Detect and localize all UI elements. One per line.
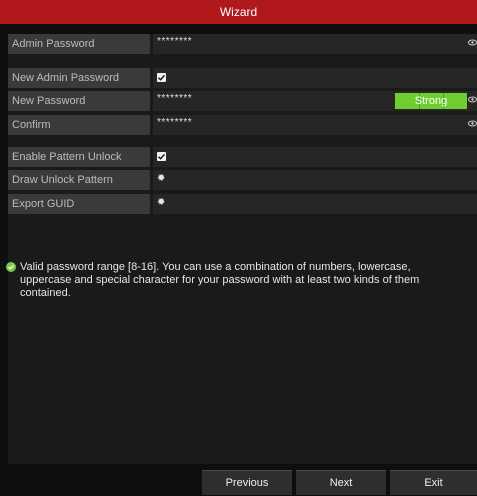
previous-button[interactable]: Previous (202, 470, 292, 495)
enable-pattern-unlock-checkbox[interactable] (157, 152, 166, 161)
enable-pattern-unlock-row: Enable Pattern Unlock (8, 147, 477, 167)
gear-icon[interactable]: ✹ (157, 198, 165, 208)
exit-button[interactable]: Exit (390, 470, 477, 495)
new-admin-password-cell (153, 68, 477, 88)
new-admin-password-label: New Admin Password (8, 68, 150, 88)
confirm-row: Confirm ******** (8, 115, 477, 135)
strength-label: Strong (414, 95, 448, 107)
window-title: Wizard (219, 5, 258, 19)
new-admin-password-checkbox[interactable] (157, 73, 166, 82)
eye-icon[interactable] (468, 120, 477, 127)
confirm-password-field[interactable]: ******** (153, 115, 477, 135)
checkmark-icon (158, 74, 166, 81)
admin-password-row: Admin Password ******** (8, 34, 477, 54)
confirm-label: Confirm (8, 115, 150, 135)
admin-password-label: Admin Password (8, 34, 150, 54)
new-password-row: New Password ******** Strong (8, 91, 477, 111)
eye-icon[interactable] (468, 39, 477, 46)
confirm-password-value: ******** (157, 117, 193, 128)
new-admin-password-row: New Admin Password (8, 68, 477, 88)
draw-unlock-pattern-row: Draw Unlock Pattern ✹ (8, 170, 477, 190)
eye-icon[interactable] (468, 96, 477, 103)
enable-pattern-unlock-cell (153, 147, 477, 167)
wizard-panel: Admin Password ******** New Admin Passwo… (8, 34, 477, 464)
checkmark-icon (158, 153, 166, 160)
admin-password-value: ******** (157, 36, 193, 47)
new-password-label: New Password (8, 91, 150, 111)
export-guid-label: Export GUID (8, 194, 150, 214)
title-bar: Wizard (0, 0, 477, 24)
admin-password-field[interactable]: ******** (153, 34, 477, 54)
next-button[interactable]: Next (296, 470, 386, 495)
draw-unlock-pattern-cell: ✹ (153, 170, 477, 190)
check-circle-icon (6, 262, 16, 272)
enable-pattern-unlock-label: Enable Pattern Unlock (8, 147, 150, 167)
export-guid-row: Export GUID ✹ (8, 194, 477, 214)
new-password-field[interactable]: ******** Strong (153, 91, 477, 111)
new-password-value: ******** (157, 93, 193, 104)
password-hint-text: Valid password range [8-16]. You can use… (20, 261, 420, 299)
export-guid-cell: ✹ (153, 194, 477, 214)
password-strength-meter: Strong (395, 93, 467, 109)
gear-icon[interactable]: ✹ (157, 174, 165, 184)
draw-unlock-pattern-label: Draw Unlock Pattern (8, 170, 150, 190)
